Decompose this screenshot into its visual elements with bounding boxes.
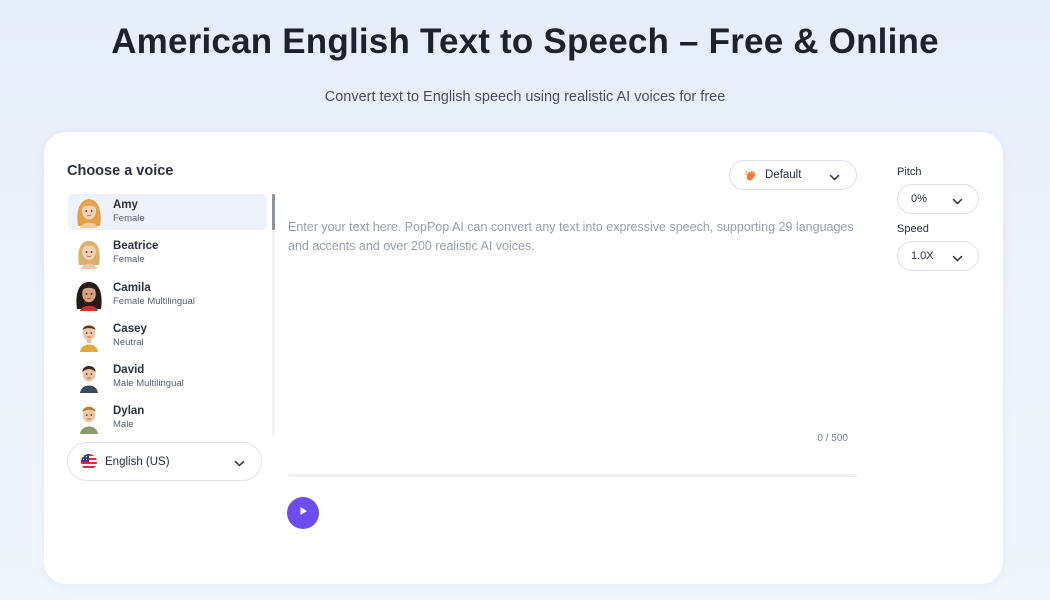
chevron-down-icon [829, 170, 840, 181]
speed-label: Speed [897, 223, 929, 235]
voice-name: Camila [113, 282, 151, 294]
language-label: English (US) [105, 455, 170, 468]
voice-name: Casey [113, 323, 147, 335]
voice-item-amy[interactable]: Amy Female [68, 194, 267, 230]
style-select[interactable]: Default [729, 160, 857, 190]
avatar [74, 361, 104, 393]
voice-item-casey[interactable]: Casey Neutral [68, 318, 267, 354]
voice-list-scrollbar[interactable] [272, 194, 275, 436]
avatar [74, 279, 104, 311]
speed-select[interactable]: 1.0X [897, 241, 979, 271]
voice-desc: Female [113, 254, 145, 265]
divider [288, 474, 857, 477]
voice-desc: Female Multilingual [113, 296, 195, 307]
tts-card: Choose a voice Amy Female Beatrice Femal… [44, 132, 1003, 584]
avatar [74, 320, 104, 352]
pitch-select[interactable]: 0% [897, 184, 979, 214]
voice-name: David [113, 364, 145, 376]
choose-voice-title: Choose a voice [67, 163, 174, 179]
speed-value: 1.0X [911, 250, 934, 262]
page-subtitle: Convert text to English speech using rea… [324, 89, 726, 105]
scrollbar-thumb[interactable] [272, 194, 275, 230]
voice-desc: Female [113, 213, 145, 224]
chevron-down-icon [234, 456, 245, 467]
chevron-down-icon [952, 194, 963, 205]
voice-item-camila[interactable]: Camila Female Multilingual [68, 277, 267, 313]
voice-name: Amy [113, 199, 138, 211]
style-select-label: Default [765, 169, 802, 181]
voice-item-dylan[interactable]: Dylan Male [68, 400, 267, 436]
us-flag-icon [81, 453, 97, 470]
voice-desc: Male [113, 419, 134, 430]
play-icon [297, 504, 309, 522]
hand-wave-icon [744, 168, 758, 182]
play-button[interactable] [287, 497, 319, 529]
voice-name: Beatrice [113, 240, 159, 252]
language-select[interactable]: English (US) [67, 442, 262, 481]
voice-item-beatrice[interactable]: Beatrice Female [68, 235, 267, 271]
char-count: 0 / 500 [817, 433, 848, 444]
pitch-value: 0% [911, 193, 927, 205]
voice-item-david[interactable]: David Male Multilingual [68, 359, 267, 395]
voice-list[interactable]: Amy Female Beatrice Female Camila Female… [67, 194, 275, 436]
voice-desc: Neutral [113, 337, 144, 348]
avatar [74, 237, 104, 269]
avatar [74, 402, 104, 434]
pitch-label: Pitch [897, 166, 922, 178]
page-title: American English Text to Speech – Free &… [111, 22, 939, 61]
voice-name: Dylan [113, 405, 145, 417]
text-input[interactable] [288, 218, 858, 468]
voice-desc: Male Multilingual [113, 378, 184, 389]
avatar [74, 196, 104, 228]
chevron-down-icon [952, 251, 963, 262]
